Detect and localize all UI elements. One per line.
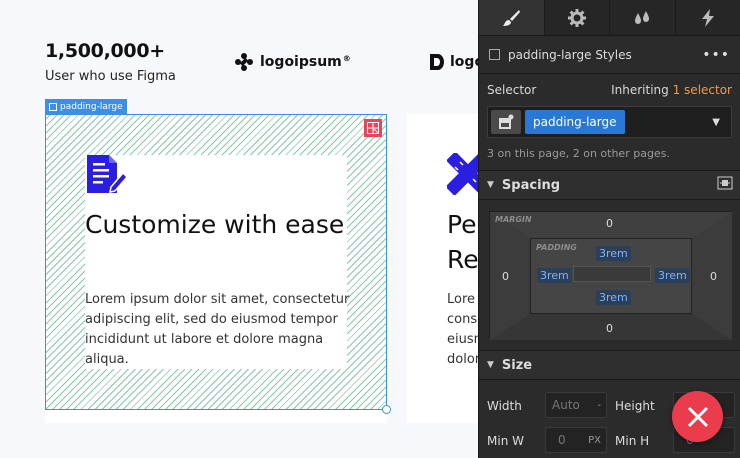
min-width-value: 0 [558, 433, 566, 447]
more-options-icon[interactable]: ••• [702, 47, 730, 63]
inheriting-info[interactable]: Inheriting 1 selector [611, 83, 732, 97]
padding-top[interactable]: 3rem [596, 246, 631, 261]
padding-box: PADDING 3rem 3rem 3rem 3rem [530, 238, 692, 314]
tab-interactions[interactable] [610, 0, 676, 35]
tab-style[interactable] [479, 0, 545, 35]
selector-note: 3 on this page, 2 on other pages. [487, 147, 670, 160]
logoipsum-mark-2-icon [430, 54, 444, 70]
card-title: Customize with ease [85, 210, 345, 239]
chevron-down-icon: ▼ [487, 360, 494, 370]
close-icon [687, 406, 708, 427]
width-input[interactable]: Auto - [545, 392, 607, 418]
min-height-label: Min H [615, 434, 650, 448]
selector-state-button[interactable] [491, 110, 521, 134]
height-label: Height [615, 399, 655, 413]
tab-lightning[interactable] [676, 0, 740, 35]
spacing-preview-icon[interactable] [717, 176, 733, 194]
selection-tag[interactable]: padding-large [45, 99, 127, 114]
chevron-down-icon[interactable]: ▼ [712, 117, 720, 128]
inheriting-count[interactable]: 1 selector [673, 83, 732, 97]
width-value: Auto [552, 398, 580, 412]
close-fab-button[interactable] [672, 391, 723, 442]
selector-label: Selector [487, 83, 537, 97]
drops-icon [635, 10, 650, 24]
width-unit[interactable]: - [597, 400, 601, 411]
padding-left[interactable]: 3rem [537, 268, 572, 283]
spacing-label: Spacing [501, 177, 561, 193]
grid-settings-icon[interactable] [364, 119, 382, 137]
margin-left[interactable]: 0 [502, 270, 509, 283]
stat-number: 1,500,000+ [45, 40, 165, 62]
margin-label: MARGIN [495, 215, 532, 224]
tab-settings[interactable] [545, 0, 610, 35]
card2-title: Pe Re [447, 210, 478, 274]
padding-bottom[interactable]: 3rem [596, 290, 631, 305]
logo-text: logoipsum [260, 54, 342, 70]
card-text: Lorem ipsum dolor sit amet, consectetur … [85, 292, 350, 367]
min-width-label: Min W [487, 434, 524, 448]
spacing-section-header[interactable]: ▼ Spacing [479, 170, 740, 200]
card2-text: Lore conse eiusm dolore [447, 292, 478, 367]
element-square-icon [49, 102, 57, 111]
margin-top[interactable]: 0 [606, 217, 613, 230]
chevron-down-icon: ▼ [487, 180, 494, 190]
logoipsum-mark-icon [235, 53, 253, 71]
stat-label: User who use Figma [45, 69, 176, 84]
lightning-icon [701, 8, 714, 27]
gear-icon [567, 8, 586, 27]
inheriting-label: Inheriting [611, 83, 669, 97]
width-label: Width [487, 399, 522, 413]
selector-field[interactable]: padding-large ▼ [487, 106, 732, 138]
margin-right[interactable]: 0 [710, 270, 717, 283]
min-width-unit[interactable]: PX [588, 435, 601, 446]
element-square-icon [489, 49, 500, 60]
logo-logoipsum: logoipsum ® [234, 52, 351, 72]
ruler-pencil-icon [445, 151, 478, 199]
panel-tabs [479, 0, 740, 36]
content-box [573, 266, 651, 282]
selection-tag-label: padding-large [60, 101, 123, 112]
selector-header: Selector Inheriting 1 selector [479, 83, 740, 97]
document-edit-icon [85, 153, 129, 199]
brush-icon [503, 9, 521, 26]
resize-handle[interactable] [382, 405, 391, 414]
logo-text-2: logoi [450, 54, 478, 70]
margin-bottom[interactable]: 0 [606, 322, 613, 335]
box-model-editor: MARGIN 0 0 0 0 PADDING 3rem 3rem 3rem 3r… [489, 211, 732, 340]
element-box-icon [499, 114, 514, 129]
design-canvas[interactable]: 1,500,000+ User who use Figma logoipsum ®… [0, 0, 478, 458]
min-width-input[interactable]: 0 PX [545, 427, 607, 453]
padding-label: PADDING [536, 243, 577, 252]
padding-right[interactable]: 3rem [655, 268, 690, 283]
styles-header: padding-large Styles ••• [479, 36, 740, 74]
size-label: Size [501, 357, 533, 373]
logo-mark: ® [342, 53, 351, 63]
style-panel: padding-large Styles ••• Selector Inheri… [478, 0, 740, 458]
selector-chip[interactable]: padding-large [525, 110, 625, 134]
logo-logoipsum-2: logoi [428, 52, 478, 72]
size-section-header[interactable]: ▼ Size [479, 350, 740, 380]
styles-title: padding-large Styles [508, 47, 632, 62]
